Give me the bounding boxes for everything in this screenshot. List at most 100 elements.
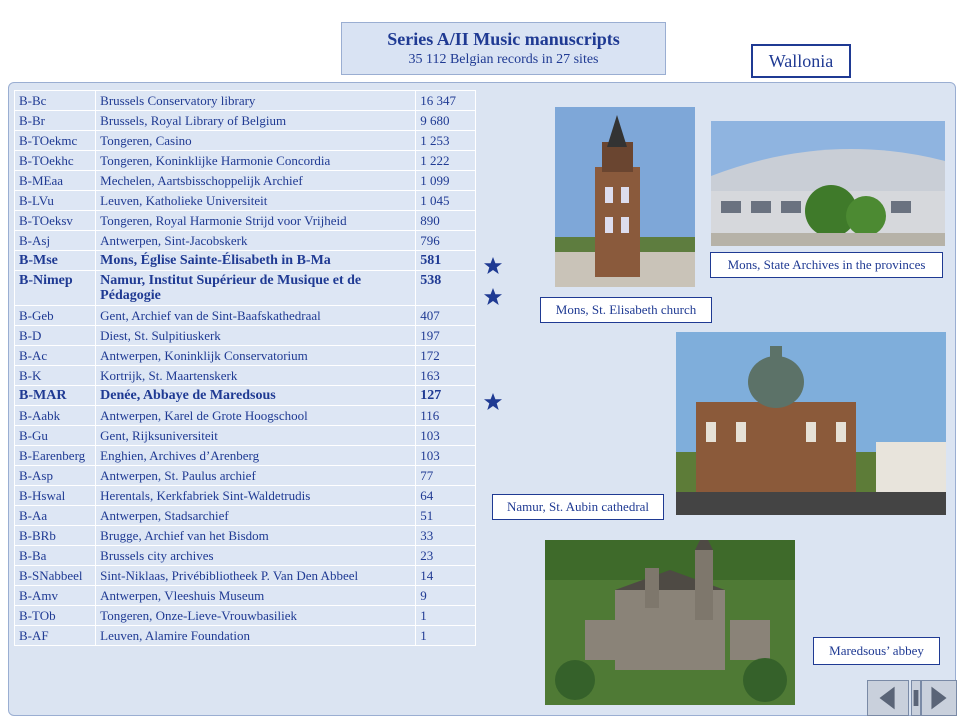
library-code: B-D xyxy=(13,325,97,346)
record-count: 127 xyxy=(415,385,476,406)
record-count: 1 045 xyxy=(415,190,476,211)
table-row: B-Gu Gent, Rijksuniversiteit 103 xyxy=(13,425,476,446)
library-table: B-Bc Brussels Conservatory library 16 347 B… xyxy=(13,90,476,646)
stop-icon xyxy=(913,690,919,706)
mons-church-caption: Mons, St. Elisabeth church xyxy=(540,297,712,323)
table-row: B-MAR Denée, Abbaye de Maredsous 127 xyxy=(13,385,476,406)
table-row: B-Ac Antwerpen, Koninklijk Conservatorium… xyxy=(13,345,476,366)
library-name: Tongeren, Onze-Lieve-Vrouwbasiliek xyxy=(95,605,417,626)
library-code: B-Mse xyxy=(13,250,97,271)
library-code: B-LVu xyxy=(13,190,97,211)
library-name: Brugge, Archief van het Bisdom xyxy=(95,525,417,546)
page-subtitle: 35 112 Belgian records in 27 sites xyxy=(408,52,599,67)
library-name: Brussels city archives xyxy=(95,545,417,566)
table-row: B-TOb Tongeren, Onze-Lieve-Vrouwbasiliek 1 xyxy=(13,605,476,626)
library-name: Antwerpen, Stadsarchief xyxy=(95,505,417,526)
record-count: 9 680 xyxy=(415,110,476,131)
record-count: 890 xyxy=(415,210,476,231)
library-name: Diest, St. Sulpitiuskerk xyxy=(95,325,417,346)
library-name: Gent, Rijksuniversiteit xyxy=(95,425,417,446)
library-name: Antwerpen, Koninklijk Conservatorium xyxy=(95,345,417,366)
record-count: 796 xyxy=(415,230,476,251)
record-count: 407 xyxy=(415,305,476,326)
library-name: Mechelen, Aartsbisschoppelijk Archief xyxy=(95,170,417,191)
library-name: Brussels Conservatory library xyxy=(95,90,417,111)
table-row: B-SNabbeel Sint-Niklaas, Privébibliotheek… xyxy=(13,565,476,586)
table-row: B-K Kortrijk, St. Maartenskerk 163 xyxy=(13,365,476,386)
library-code: B-TOb xyxy=(13,605,97,626)
table-row: B-Aa Antwerpen, Stadsarchief 51 xyxy=(13,505,476,526)
table-row: B-Asj Antwerpen, Sint-Jacobskerk 796 xyxy=(13,230,476,251)
table-row: B-D Diest, St. Sulpitiuskerk 197 xyxy=(13,325,476,346)
library-name: Brussels, Royal Library of Belgium xyxy=(95,110,417,131)
library-name: Denée, Abbaye de Maredsous xyxy=(95,385,417,406)
library-name: Antwerpen, Vleeshuis Museum xyxy=(95,585,417,606)
star-icon xyxy=(484,257,502,274)
record-count: 64 xyxy=(415,485,476,506)
table-row: B-Br Brussels, Royal Library of Belgium 9 … xyxy=(13,110,476,131)
library-name: Namur, Institut Supérieur de Musique et … xyxy=(95,270,417,306)
record-count: 1 253 xyxy=(415,130,476,151)
title-box: Series A/II Music manuscripts 35 112 Bel… xyxy=(341,22,666,75)
library-code: B-Bc xyxy=(13,90,97,111)
library-code: B-TOekmc xyxy=(13,130,97,151)
mons-archives-caption: Mons, State Archives in the provinces xyxy=(710,252,943,278)
library-code: B-Nimep xyxy=(13,270,97,306)
star-icon xyxy=(484,288,502,305)
arrow-left-icon xyxy=(879,686,895,710)
library-code: B-SNabbeel xyxy=(13,565,97,586)
record-count: 14 xyxy=(415,565,476,586)
table-row: B-LVu Leuven, Katholieke Universiteit 1 04… xyxy=(13,190,476,211)
record-count: 16 347 xyxy=(415,90,476,111)
prev-button[interactable] xyxy=(867,680,909,716)
library-code: B-Ac xyxy=(13,345,97,366)
library-code: B-Earenberg xyxy=(13,445,97,466)
library-code: B-Aa xyxy=(13,505,97,526)
library-name: Herentals, Kerkfabriek Sint-Waldetrudis xyxy=(95,485,417,506)
library-code: B-Hswal xyxy=(13,485,97,506)
library-name: Antwerpen, St. Paulus archief xyxy=(95,465,417,486)
library-code: B-Asp xyxy=(13,465,97,486)
table-row: B-Earenberg Enghien, Archives d’Arenberg 1… xyxy=(13,445,476,466)
mons-archives-photo xyxy=(711,121,945,246)
library-code: B-Amv xyxy=(13,585,97,606)
library-name: Kortrijk, St. Maartenskerk xyxy=(95,365,417,386)
library-code: B-BRb xyxy=(13,525,97,546)
record-count: 103 xyxy=(415,425,476,446)
record-count: 581 xyxy=(415,250,476,271)
next-button[interactable] xyxy=(921,680,957,716)
library-name: Tongeren, Koninklijke Harmonie Concordia xyxy=(95,150,417,171)
table-row: B-Geb Gent, Archief van de Sint-Baafskath… xyxy=(13,305,476,326)
maredsous-abbey-photo xyxy=(545,540,795,705)
record-count: 1 222 xyxy=(415,150,476,171)
table-row: B-TOeksv Tongeren, Royal Harmonie Strijd … xyxy=(13,210,476,231)
library-code: B-Asj xyxy=(13,230,97,251)
library-code: B-TOekhc xyxy=(13,150,97,171)
library-code: B-K xyxy=(13,365,97,386)
record-count: 77 xyxy=(415,465,476,486)
maredsous-caption: Maredsous’ abbey xyxy=(813,637,940,665)
table-row: B-Hswal Herentals, Kerkfabriek Sint-Walde… xyxy=(13,485,476,506)
library-name: Mons, Église Sainte-Élisabeth in B-Ma xyxy=(95,250,417,271)
library-code: B-Aabk xyxy=(13,405,97,426)
record-count: 9 xyxy=(415,585,476,606)
star-icon xyxy=(484,393,502,410)
library-name: Sint-Niklaas, Privébibliotheek P. Van De… xyxy=(95,565,417,586)
record-count: 103 xyxy=(415,445,476,466)
namur-cathedral-photo xyxy=(676,332,946,515)
page-title: Series A/II Music manuscripts xyxy=(387,29,620,49)
table-row: B-Bc Brussels Conservatory library 16 347 xyxy=(13,90,476,111)
library-code: B-AF xyxy=(13,625,97,646)
record-count: 538 xyxy=(415,270,476,306)
region-label: Wallonia xyxy=(751,44,851,78)
table-row: B-MEaa Mechelen, Aartsbisschoppelijk Arch… xyxy=(13,170,476,191)
record-count: 51 xyxy=(415,505,476,526)
table-row: B-AF Leuven, Alamire Foundation 1 xyxy=(13,625,476,646)
library-name: Leuven, Katholieke Universiteit xyxy=(95,190,417,211)
record-count: 33 xyxy=(415,525,476,546)
record-count: 1 xyxy=(415,605,476,626)
arrow-right-icon xyxy=(931,686,947,710)
library-code: B-TOeksv xyxy=(13,210,97,231)
stop-button[interactable] xyxy=(911,680,921,716)
record-count: 1 xyxy=(415,625,476,646)
